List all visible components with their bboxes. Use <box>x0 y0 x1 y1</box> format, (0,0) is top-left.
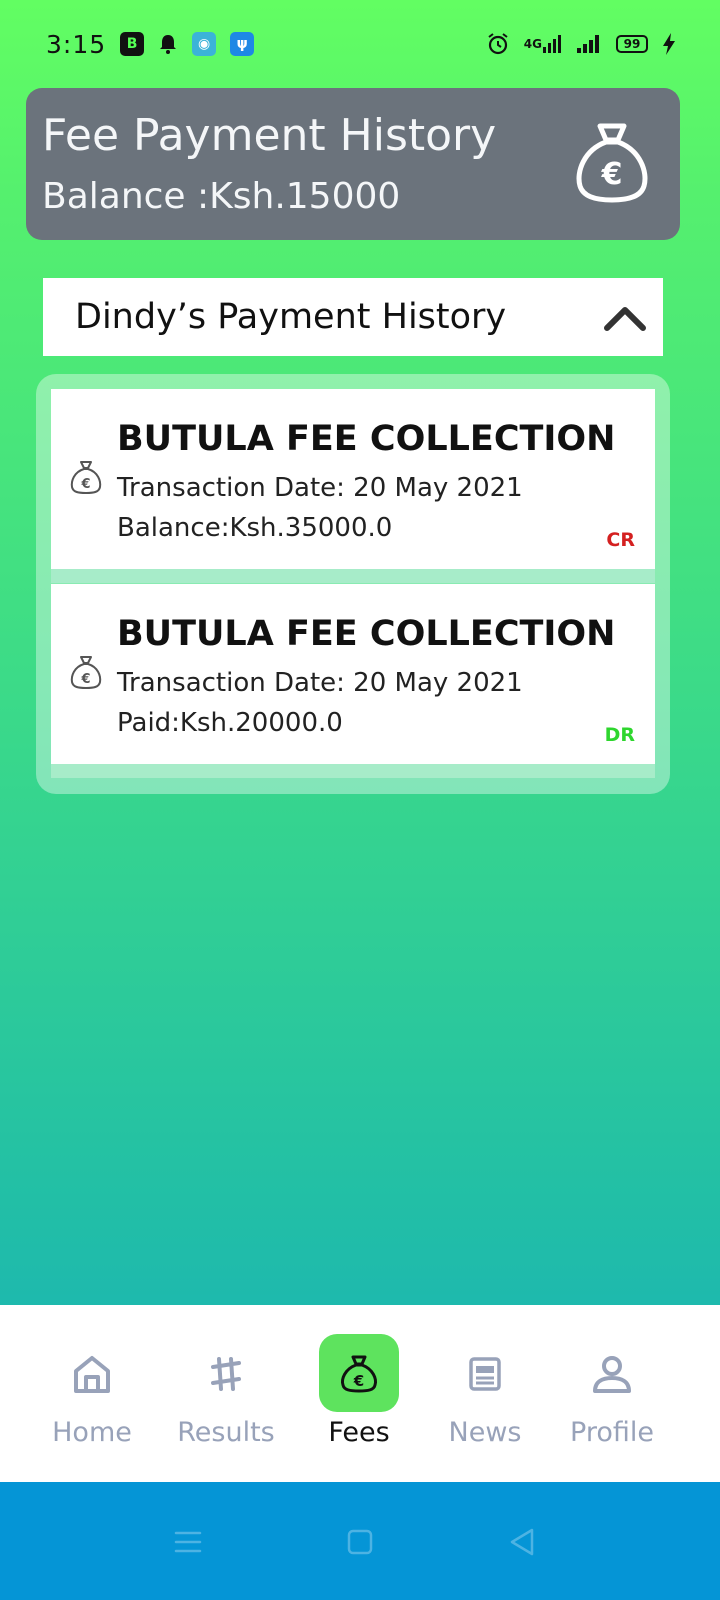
nav-label: Results <box>177 1417 275 1448</box>
back-icon[interactable] <box>504 1524 540 1560</box>
bottom-navigation: Home Results € Fees News Profile <box>0 1305 720 1482</box>
transaction-date: Transaction Date: 20 May 2021 <box>117 473 523 503</box>
nav-fees[interactable]: € Fees <box>299 1305 419 1482</box>
results-icon <box>211 1357 241 1391</box>
nav-profile[interactable]: Profile <box>552 1305 672 1482</box>
nav-news[interactable]: News <box>425 1305 545 1482</box>
signal-icon <box>576 34 602 54</box>
bell-icon <box>158 33 178 55</box>
network-type: 4G <box>523 37 542 51</box>
balance-header-card: Fee Payment History Balance :Ksh.15000 € <box>26 88 680 240</box>
signal-4g-icon: 4G <box>524 34 562 54</box>
home-button-icon[interactable] <box>342 1524 378 1560</box>
section-title: Dindy’s Payment History <box>75 297 507 337</box>
nav-home[interactable]: Home <box>32 1305 152 1482</box>
battery-icon: 99 <box>616 35 648 53</box>
alarm-icon <box>486 32 510 56</box>
nav-label: News <box>448 1417 522 1448</box>
news-icon <box>469 1357 501 1391</box>
page-title: Fee Payment History <box>42 110 497 161</box>
transaction-item[interactable]: € BUTULA FEE COLLECTION Transaction Date… <box>51 389 655 583</box>
status-time: 3:15 <box>46 29 107 59</box>
system-navigation-bar <box>0 1482 720 1600</box>
profile-icon <box>593 1356 631 1393</box>
status-bar: 3:15 B ◉ ψ 4G 99 <box>0 0 720 88</box>
money-bag-icon: € <box>341 1355 377 1393</box>
chevron-up-icon[interactable] <box>603 298 647 336</box>
payment-history-section-header[interactable]: Dindy’s Payment History <box>43 278 663 356</box>
svg-text:€: € <box>353 1372 364 1390</box>
money-bag-icon: € <box>70 656 102 690</box>
transaction-date: Transaction Date: 20 May 2021 <box>117 668 523 698</box>
app-notification-icon: B <box>120 32 145 56</box>
transaction-title: BUTULA FEE COLLECTION <box>117 419 616 459</box>
money-bag-icon: € <box>70 461 102 495</box>
money-bag-euro-icon: € <box>576 123 648 203</box>
svg-text:€: € <box>601 157 623 192</box>
transaction-type-badge: CR <box>606 529 635 551</box>
chat-app-icon: ◉ <box>192 32 217 56</box>
nav-label: Home <box>52 1417 132 1448</box>
menu-icon[interactable] <box>170 1524 206 1560</box>
transaction-amount: Paid:Ksh.20000.0 <box>117 708 343 738</box>
transaction-amount: Balance:Ksh.35000.0 <box>117 513 393 543</box>
nav-label: Fees <box>328 1417 390 1448</box>
usb-icon: ψ <box>230 32 255 56</box>
home-icon <box>74 1356 110 1393</box>
transaction-type-badge: DR <box>604 724 635 746</box>
svg-text:€: € <box>80 672 90 687</box>
nav-label: Profile <box>570 1417 654 1448</box>
transaction-title: BUTULA FEE COLLECTION <box>117 614 616 654</box>
svg-text:€: € <box>80 477 90 492</box>
nav-results[interactable]: Results <box>166 1305 286 1482</box>
balance-text: Balance :Ksh.15000 <box>42 176 401 217</box>
transaction-item[interactable]: € BUTULA FEE COLLECTION Transaction Date… <box>51 584 655 778</box>
charging-icon <box>662 33 676 55</box>
